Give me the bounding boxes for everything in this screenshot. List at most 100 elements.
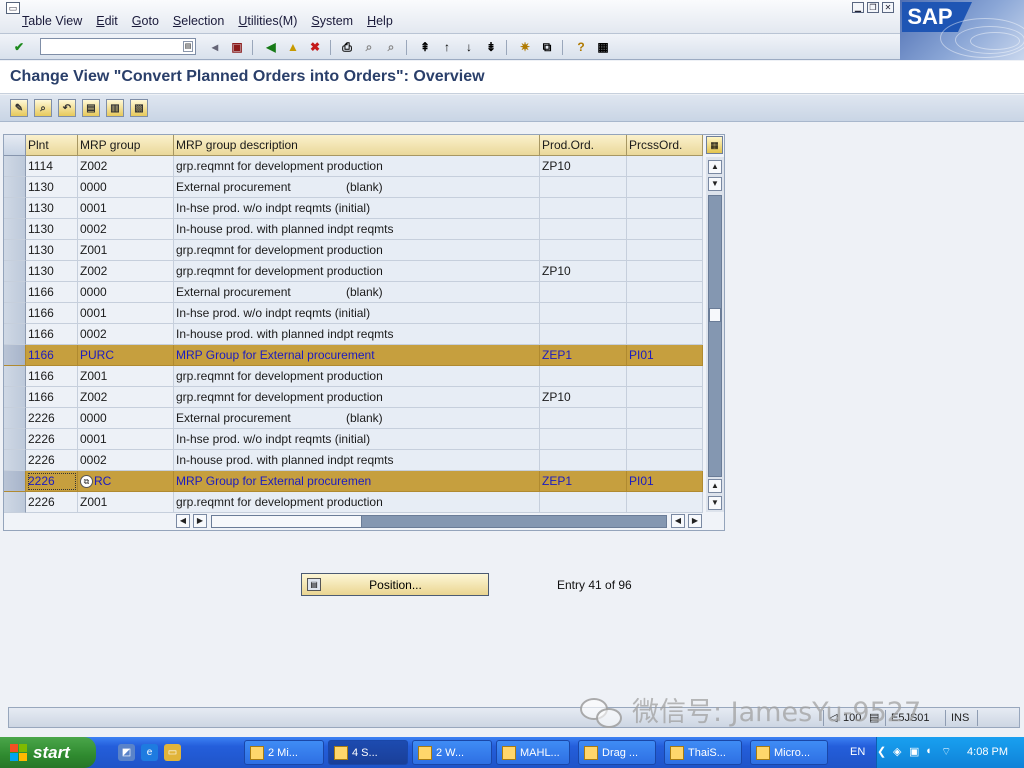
cell-description[interactable]: External procurement (blank) xyxy=(174,408,540,429)
cell-plant[interactable]: 1166 xyxy=(26,366,78,387)
header-prod-ord[interactable]: Prod.Ord. xyxy=(540,135,627,156)
cell-mrp-group[interactable]: 0001 xyxy=(78,198,174,219)
cell-prcss-ord[interactable] xyxy=(627,450,703,471)
cell-prod-ord[interactable] xyxy=(540,240,627,261)
tray-shield-icon[interactable]: ◈ xyxy=(893,745,901,758)
cell-mrp-group[interactable]: 0001 xyxy=(78,429,174,450)
row-selector[interactable] xyxy=(4,492,26,513)
row-selector[interactable] xyxy=(4,282,26,303)
cell-description[interactable]: External procurement (blank) xyxy=(174,282,540,303)
row-selector[interactable] xyxy=(4,198,26,219)
cancel-icon[interactable]: ✖ xyxy=(306,38,324,56)
cell-description[interactable]: grp.reqmnt for development production xyxy=(174,261,540,282)
select-all-rows[interactable] xyxy=(4,135,26,156)
ie-quicklaunch-icon[interactable]: e xyxy=(141,744,158,761)
cell-prod-ord[interactable] xyxy=(540,450,627,471)
cell-prcss-ord[interactable] xyxy=(627,492,703,513)
scroll-left-page-icon[interactable]: ▶ xyxy=(193,514,207,528)
cell-prod-ord[interactable]: ZEP1 xyxy=(540,471,627,492)
horizontal-scrollbar[interactable]: ◀ ▶ ◀ ▶ xyxy=(175,513,705,529)
row-selector[interactable] xyxy=(4,387,26,408)
print-icon[interactable]: ⎙ xyxy=(338,38,356,56)
tray-arrow-icon[interactable]: ❮ xyxy=(877,745,886,758)
cell-plant[interactable]: 2226 xyxy=(26,450,78,471)
vertical-scroll-track[interactable] xyxy=(708,195,722,477)
cell-plant[interactable]: 1130 xyxy=(26,261,78,282)
cell-prod-ord[interactable] xyxy=(540,177,627,198)
row-selector[interactable] xyxy=(4,324,26,345)
cell-description[interactable]: External procurement (blank) xyxy=(174,177,540,198)
command-field[interactable]: ▤ xyxy=(40,38,196,55)
cell-description[interactable]: In-hse prod. w/o indpt reqmts (initial) xyxy=(174,429,540,450)
header-mrp-group[interactable]: MRP group xyxy=(78,135,174,156)
row-selector[interactable] xyxy=(4,429,26,450)
scroll-down-icon[interactable]: ▼ xyxy=(708,496,722,510)
help-icon[interactable]: ? xyxy=(572,38,590,56)
display-change-icon[interactable]: ✎ xyxy=(10,99,28,117)
cell-prcss-ord[interactable] xyxy=(627,303,703,324)
system-menu-icon[interactable]: ▭ xyxy=(6,2,20,14)
cell-prod-ord[interactable]: ZEP1 xyxy=(540,345,627,366)
page-down-icon[interactable]: ▲ xyxy=(708,479,722,493)
cell-plant[interactable]: 1166 xyxy=(26,282,78,303)
cell-plant[interactable]: 2226 xyxy=(26,429,78,450)
cell-prod-ord[interactable] xyxy=(540,198,627,219)
cell-mrp-group[interactable]: 0000 xyxy=(78,408,174,429)
shortcut-icon[interactable]: ⧉ xyxy=(538,38,556,56)
close-window-icon[interactable]: ✕ xyxy=(882,2,894,13)
scroll-right-page-icon[interactable]: ◀ xyxy=(671,514,685,528)
taskbar-button-1[interactable]: 4 S... xyxy=(328,740,408,765)
cell-description[interactable]: In-house prod. with planned indpt reqmts xyxy=(174,219,540,240)
table-row[interactable]: 1130 0000 External procurement (blank) xyxy=(4,177,703,198)
table-row[interactable]: 2226 0000 External procurement (blank) xyxy=(4,408,703,429)
table-row[interactable]: 2226 0002 In-house prod. with planned indp… xyxy=(4,450,703,471)
menu-item-6[interactable]: Help xyxy=(367,14,393,28)
row-selector[interactable] xyxy=(4,156,26,177)
table-row[interactable]: 1130 0001 In-hse prod. w/o indpt reqmts (i… xyxy=(4,198,703,219)
cell-plant[interactable]: 1166 xyxy=(26,303,78,324)
cell-prcss-ord[interactable] xyxy=(627,408,703,429)
cell-prod-ord[interactable] xyxy=(540,282,627,303)
table-row[interactable]: 1130 Z002 grp.reqmnt for development produ… xyxy=(4,261,703,282)
taskbar-button-2[interactable]: 2 W... xyxy=(412,740,492,765)
table-row[interactable]: 1166 Z002 grp.reqmnt for development produ… xyxy=(4,387,703,408)
find-next-icon[interactable]: ⌕ xyxy=(382,38,400,56)
layout-menu-icon[interactable]: ▦ xyxy=(594,38,612,56)
desktop-quicklaunch-icon[interactable]: ◩ xyxy=(118,744,135,761)
cell-prcss-ord[interactable] xyxy=(627,198,703,219)
row-selector[interactable] xyxy=(4,450,26,471)
tray-wifi-icon[interactable]: ⌔ xyxy=(941,745,951,759)
cell-description[interactable]: grp.reqmnt for development production xyxy=(174,492,540,513)
cell-plant[interactable]: 1166 xyxy=(26,387,78,408)
horizontal-scroll-thumb[interactable] xyxy=(212,516,362,527)
table-row[interactable]: 1166 0001 In-hse prod. w/o indpt reqmts (i… xyxy=(4,303,703,324)
header-plant[interactable]: Plnt xyxy=(26,135,78,156)
row-selector[interactable] xyxy=(4,366,26,387)
cell-mrp-group[interactable]: 0002 xyxy=(78,450,174,471)
horizontal-scroll-track[interactable] xyxy=(211,515,667,528)
next-page-icon[interactable]: ↓ xyxy=(460,38,478,56)
cell-plant[interactable]: 1130 xyxy=(26,177,78,198)
cell-prcss-ord[interactable]: PI01 xyxy=(627,345,703,366)
cell-plant[interactable]: 1166 xyxy=(26,345,78,366)
last-page-icon[interactable]: ⇟ xyxy=(482,38,500,56)
deselect-all-icon[interactable]: ▧ xyxy=(130,99,148,117)
table-row[interactable]: 1166 0000 External procurement (blank) xyxy=(4,282,703,303)
table-row[interactable]: 2226 Z001 grp.reqmnt for development produ… xyxy=(4,492,703,513)
cell-prcss-ord[interactable] xyxy=(627,324,703,345)
cell-prcss-ord[interactable] xyxy=(627,219,703,240)
minimize-icon[interactable]: ▁ xyxy=(852,2,864,13)
cell-mrp-group[interactable]: ⧉ RC xyxy=(78,471,174,492)
cell-plant[interactable]: 1130 xyxy=(26,240,78,261)
row-selector[interactable] xyxy=(4,408,26,429)
cell-description[interactable]: In-house prod. with planned indpt reqmts xyxy=(174,450,540,471)
cell-plant[interactable]: 1166 xyxy=(26,324,78,345)
row-selector[interactable] xyxy=(4,177,26,198)
scroll-right-icon[interactable]: ▶ xyxy=(688,514,702,528)
table-row[interactable]: 1130 0002 In-house prod. with planned indp… xyxy=(4,219,703,240)
row-selector[interactable] xyxy=(4,303,26,324)
cell-prod-ord[interactable] xyxy=(540,366,627,387)
row-selector[interactable] xyxy=(4,471,26,492)
cell-description[interactable]: In-house prod. with planned indpt reqmts xyxy=(174,324,540,345)
find-icon[interactable]: ⌕ xyxy=(360,38,378,56)
